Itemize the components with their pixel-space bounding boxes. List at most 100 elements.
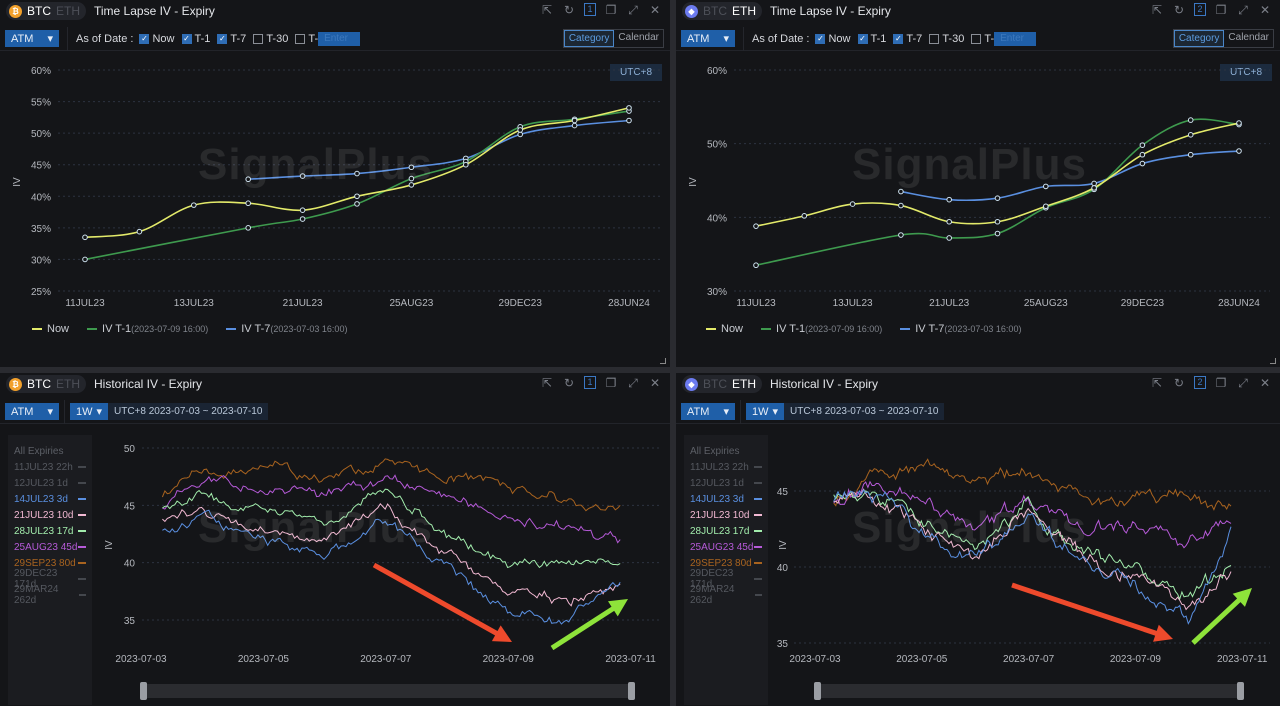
- x-tick-label: 2023-07-09: [1110, 654, 1162, 665]
- data-point-t1[interactable]: [1187, 117, 1194, 123]
- x-tick-label: 21JUL23: [929, 298, 969, 309]
- data-point-now[interactable]: [994, 218, 1001, 225]
- x-tick-label: 2023-07-11: [1217, 654, 1268, 665]
- legend-t7[interactable]: IV T-7(2023-07-03 16:00): [900, 323, 1021, 335]
- data-point-now[interactable]: [299, 207, 306, 213]
- data-point-t1[interactable]: [82, 256, 88, 263]
- y-tick-label: 50: [124, 444, 136, 455]
- data-point-t7[interactable]: [1187, 151, 1194, 158]
- scrollbar-left-handle[interactable]: [814, 682, 821, 700]
- data-point-now[interactable]: [245, 200, 251, 207]
- x-tick-label: 13JUL23: [174, 298, 214, 309]
- chart-legend: Now IV T-1(2023-07-09 16:00) IV T-7(2023…: [706, 323, 1021, 335]
- data-point-t7[interactable]: [994, 195, 1001, 201]
- signalplus-watermark: SignalPlus: [852, 503, 1087, 552]
- panel-btc-historical: ₿ BTC ETH Historical IV - Expiry ⇱ ↻ 1 ❐…: [0, 373, 670, 706]
- y-tick-label: 40%: [31, 192, 51, 203]
- scrollbar-left-handle[interactable]: [140, 682, 147, 700]
- panel-btc-time-lapse: ₿ BTC ETH Time Lapse IV - Expiry ⇱ ↻ 1 ❐…: [0, 0, 670, 367]
- data-point-now[interactable]: [136, 228, 143, 235]
- chart-legend: Now IV T-1(2023-07-09 16:00) IV T-7(2023…: [32, 323, 347, 335]
- x-tick-label: 13JUL23: [833, 298, 873, 309]
- y-axis-label: IV: [688, 177, 699, 187]
- y-tick-label: 30%: [31, 255, 51, 266]
- data-point-now[interactable]: [191, 202, 197, 208]
- data-point-now[interactable]: [517, 127, 524, 133]
- data-point-t1[interactable]: [898, 232, 904, 238]
- x-tick-label: 28JUN24: [1218, 298, 1260, 309]
- data-point-t7[interactable]: [626, 117, 632, 124]
- data-point-t7[interactable]: [1139, 160, 1146, 167]
- y-axis-label: IV: [104, 540, 115, 550]
- data-point-now[interactable]: [1187, 132, 1194, 138]
- data-point-now[interactable]: [849, 201, 856, 207]
- data-point-t1[interactable]: [994, 230, 1001, 237]
- y-tick-label: 35: [124, 616, 136, 627]
- x-tick-label: 25AUG23: [389, 298, 433, 309]
- y-tick-label: 55%: [31, 98, 51, 109]
- green-arrow-annotation-shaft: [1191, 595, 1244, 645]
- data-point-t1[interactable]: [1139, 142, 1146, 148]
- scrollbar-right-handle[interactable]: [628, 682, 635, 700]
- data-point-t1[interactable]: [354, 201, 360, 207]
- data-point-now[interactable]: [898, 202, 904, 209]
- data-point-now[interactable]: [626, 105, 632, 111]
- resize-handle[interactable]: [660, 358, 666, 364]
- signalplus-watermark: SignalPlus: [198, 503, 433, 552]
- panel-eth-historical: ◆ BTC ETH Historical IV - Expiry ⇱ ↻ 2 ❐…: [676, 373, 1280, 706]
- scrollbar-right-handle[interactable]: [1237, 682, 1244, 700]
- legend-now[interactable]: Now: [32, 323, 69, 335]
- y-axis-label: IV: [778, 540, 789, 550]
- x-tick-label: 28JUN24: [608, 298, 650, 309]
- data-point-now[interactable]: [1043, 203, 1049, 210]
- y-tick-label: 60%: [31, 66, 51, 77]
- x-tick-label: 2023-07-03: [789, 654, 841, 665]
- data-point-t1[interactable]: [299, 216, 306, 222]
- y-tick-label: 50%: [31, 129, 51, 140]
- red-arrow-annotation-shaft: [1011, 582, 1161, 637]
- x-tick-label: 11JUL23: [736, 298, 776, 309]
- data-point-now[interactable]: [571, 117, 578, 124]
- signalplus-watermark: SignalPlus: [852, 140, 1087, 189]
- data-point-t7[interactable]: [1236, 148, 1242, 154]
- y-tick-label: 25%: [31, 287, 51, 298]
- data-point-now[interactable]: [354, 193, 360, 200]
- data-point-now[interactable]: [463, 161, 469, 168]
- data-point-now[interactable]: [1139, 151, 1146, 158]
- data-point-t1[interactable]: [946, 235, 953, 241]
- data-point-t1[interactable]: [753, 262, 759, 269]
- data-point-now[interactable]: [1091, 185, 1097, 191]
- time-range-scrollbar[interactable]: [814, 682, 1244, 700]
- data-point-now[interactable]: [1236, 120, 1242, 126]
- data-point-now[interactable]: [82, 234, 88, 241]
- x-tick-label: 29DEC23: [1121, 298, 1165, 309]
- resize-handle[interactable]: [1270, 358, 1276, 364]
- data-point-t7[interactable]: [946, 196, 953, 203]
- data-point-now[interactable]: [801, 213, 808, 219]
- data-point-now[interactable]: [753, 223, 759, 229]
- panel-eth-time-lapse: ◆ BTC ETH Time Lapse IV - Expiry ⇱ ↻ 2 ❐…: [676, 0, 1280, 367]
- y-tick-label: 35: [777, 639, 789, 650]
- y-tick-label: 45%: [31, 161, 51, 172]
- x-tick-label: 11JUL23: [65, 298, 105, 309]
- x-tick-label: 21JUL23: [283, 298, 323, 309]
- y-tick-label: 45: [124, 501, 136, 512]
- legend-now[interactable]: Now: [706, 323, 743, 335]
- data-point-t1[interactable]: [245, 225, 251, 231]
- legend-t1[interactable]: IV T-1(2023-07-09 16:00): [761, 323, 882, 335]
- data-point-now[interactable]: [946, 218, 953, 225]
- data-point-t7[interactable]: [1091, 180, 1097, 187]
- legend-t1[interactable]: IV T-1(2023-07-09 16:00): [87, 323, 208, 335]
- x-tick-label: 2023-07-05: [238, 654, 290, 665]
- y-tick-label: 45: [777, 487, 789, 498]
- time-range-scrollbar[interactable]: [140, 682, 635, 700]
- x-tick-label: 2023-07-11: [605, 654, 656, 665]
- data-point-t7[interactable]: [517, 131, 524, 138]
- x-tick-label: 2023-07-07: [1003, 654, 1055, 665]
- data-point-t7[interactable]: [571, 122, 578, 129]
- x-tick-label: 2023-07-07: [360, 654, 412, 665]
- x-tick-label: 25AUG23: [1024, 298, 1068, 309]
- x-tick-label: 2023-07-03: [115, 654, 167, 665]
- legend-t7[interactable]: IV T-7(2023-07-03 16:00): [226, 323, 347, 335]
- y-tick-label: 40: [777, 563, 789, 574]
